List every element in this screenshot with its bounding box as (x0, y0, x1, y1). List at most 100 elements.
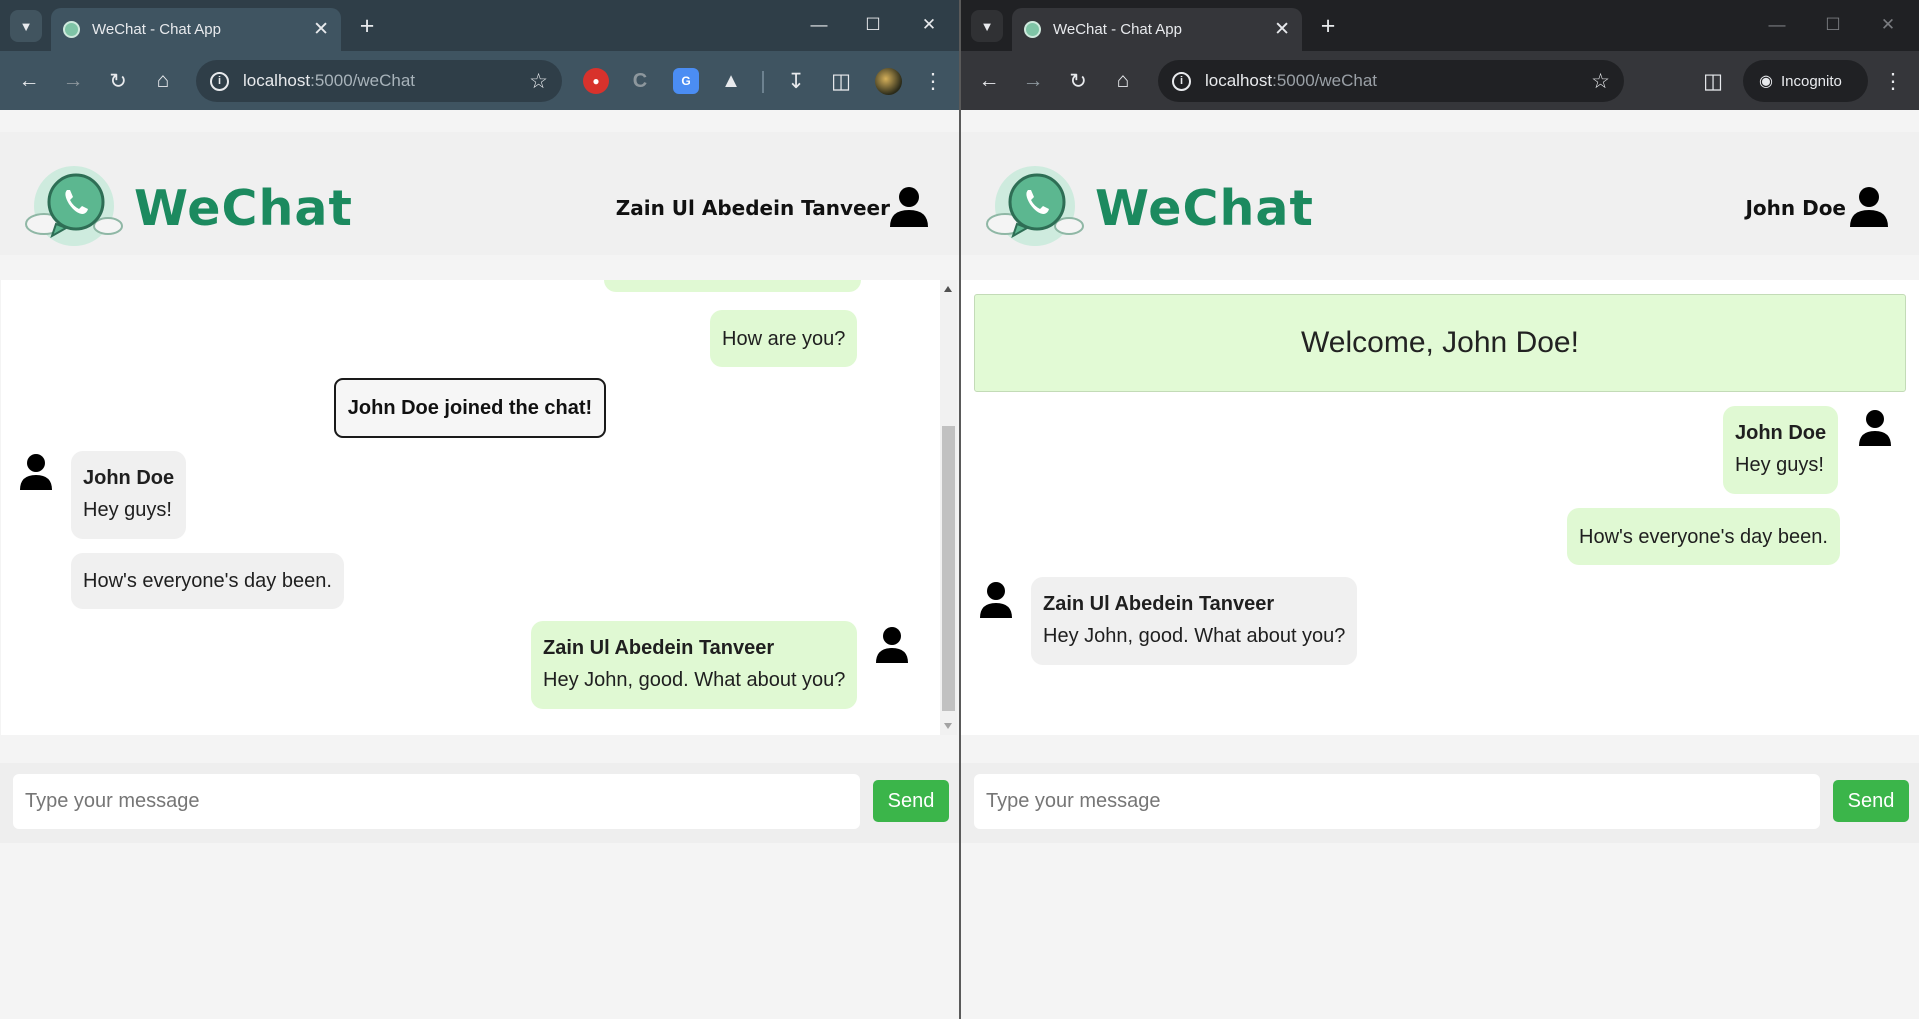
scrollbar-thumb[interactable] (942, 426, 955, 711)
chat-scrollbar[interactable] (940, 280, 957, 735)
browser-tab[interactable]: WeChat - Chat App ✕ (51, 8, 341, 51)
message-bubble: John Doe Hey guys! (1723, 406, 1839, 494)
new-tab-icon[interactable]: + (352, 11, 382, 41)
message-bubble-partial (604, 280, 861, 292)
join-notice: John Doe joined the chat! (334, 378, 606, 438)
incognito-icon: ◉ (1759, 73, 1773, 90)
user-avatar-icon (980, 582, 1012, 618)
message-bubble: How's everyone's day been. (1567, 508, 1840, 565)
message-text: How are you? (722, 327, 846, 350)
send-button[interactable]: Send (873, 780, 949, 822)
home-icon[interactable]: ⌂ (146, 64, 180, 98)
user-icon (890, 187, 928, 227)
bookmark-star-icon[interactable]: ☆ (529, 69, 548, 94)
user-avatar-icon (1859, 410, 1891, 446)
browser-menu-icon[interactable]: ⋮ (1876, 64, 1910, 98)
wechat-favicon-icon (1024, 21, 1041, 38)
app-header: WeChat John Doe (961, 132, 1919, 255)
bookmark-star-icon[interactable]: ☆ (1591, 69, 1610, 94)
message-text: Hey guys! (1735, 454, 1824, 476)
incognito-label: Incognito (1780, 72, 1842, 90)
toolbar-separator (762, 71, 764, 93)
tab-title: WeChat - Chat App (92, 21, 221, 38)
home-icon[interactable]: ⌂ (1106, 64, 1140, 98)
message-text: Hey John, good. What about you? (543, 669, 846, 691)
browser-window-right: ▼ WeChat - Chat App ✕ + — ☐ ✕ ← → ↻ ⌂ i … (961, 0, 1919, 1019)
welcome-banner: Welcome, John Doe! (974, 294, 1906, 392)
maximize-window-icon[interactable]: ☐ (850, 8, 896, 42)
message-text: How's everyone's day been. (83, 570, 332, 592)
url-text: localhost:5000/weChat (1205, 71, 1378, 90)
google-translate-extension-icon[interactable]: G (673, 68, 699, 94)
extension-icon[interactable]: C (627, 68, 653, 94)
minimize-window-icon[interactable]: — (796, 8, 842, 42)
current-user-name: Zain Ul Abedein Tanveer (615, 196, 890, 220)
message-sender: John Doe (83, 467, 175, 489)
tab-strip: ▼ WeChat - Chat App ✕ + — ☐ ✕ (0, 0, 959, 51)
current-user-name: John Doe (1745, 196, 1846, 220)
url-text: localhost:5000/weChat (243, 71, 416, 90)
side-panel-icon[interactable]: ◫ (824, 64, 858, 98)
browser-tab[interactable]: WeChat - Chat App ✕ (1012, 8, 1302, 51)
address-bar[interactable]: i localhost:5000/weChat ☆ (1158, 60, 1624, 102)
message-bubble: Zain Ul Abedein Tanveer Hey John, good. … (1031, 577, 1358, 665)
app-header: WeChat Zain Ul Abedein Tanveer (0, 132, 959, 255)
site-info-icon[interactable]: i (210, 71, 229, 91)
brand-title: WeChat (134, 180, 353, 237)
close-tab-icon[interactable]: ✕ (1274, 20, 1290, 39)
browser-window-left: ▼ WeChat - Chat App ✕ + — ☐ ✕ ← → ↻ ⌂ i … (0, 0, 959, 1019)
user-icon (1850, 187, 1888, 227)
message-bubble: How's everyone's day been. (71, 553, 344, 609)
tab-title: WeChat - Chat App (1053, 21, 1182, 38)
message-composer: Send (0, 763, 959, 843)
profile-avatar-icon[interactable] (875, 68, 902, 95)
back-arrow-icon[interactable]: ← (972, 64, 1006, 98)
user-avatar-icon (20, 454, 52, 490)
tab-strip: ▼ WeChat - Chat App ✕ + — ☐ ✕ (961, 0, 1919, 51)
chat-messages[interactable]: Welcome, John Doe! John Doe Hey guys! Ho… (961, 280, 1919, 735)
message-sender: John Doe (1735, 422, 1827, 444)
message-sender: Zain Ul Abedein Tanveer (1043, 593, 1275, 615)
minimize-window-icon[interactable]: — (1754, 8, 1800, 42)
message-input[interactable] (13, 774, 860, 829)
message-text: Hey guys! (83, 499, 172, 521)
message-text: How's everyone's day been. (1579, 525, 1828, 548)
address-bar[interactable]: i localhost:5000/weChat ☆ (196, 60, 562, 102)
browser-menu-icon[interactable]: ⋮ (916, 64, 950, 98)
close-window-icon[interactable]: ✕ (1865, 8, 1911, 42)
extensions-puzzle-icon[interactable]: ▲ (718, 68, 744, 94)
user-avatar-icon (876, 627, 908, 663)
new-tab-icon[interactable]: + (1313, 11, 1343, 41)
back-arrow-icon[interactable]: ← (12, 64, 46, 98)
wechat-logo-icon (986, 166, 1084, 246)
tab-search-icon[interactable]: ▼ (10, 10, 42, 42)
send-button[interactable]: Send (1833, 780, 1909, 822)
reload-icon[interactable]: ↻ (101, 64, 135, 98)
maximize-window-icon[interactable]: ☐ (1810, 8, 1856, 42)
message-bubble: John Doe Hey guys! (71, 451, 187, 539)
message-sender: Zain Ul Abedein Tanveer (543, 637, 775, 659)
chat-messages[interactable]: How are you? John Doe joined the chat! J… (1, 280, 957, 735)
message-composer: Send (961, 763, 1919, 843)
message-bubble: Zain Ul Abedein Tanveer Hey John, good. … (531, 621, 858, 709)
adblock-extension-icon[interactable]: ● (583, 68, 609, 94)
message-bubble: How are you? (710, 310, 858, 367)
close-tab-icon[interactable]: ✕ (313, 20, 329, 39)
download-icon[interactable]: ↧ (779, 64, 813, 98)
site-info-icon[interactable]: i (1172, 71, 1191, 91)
reload-icon[interactable]: ↻ (1061, 64, 1095, 98)
browser-toolbar: ← → ↻ ⌂ i localhost:5000/weChat ☆ ● C G … (0, 51, 959, 110)
incognito-indicator[interactable]: ◉ Incognito (1743, 60, 1868, 102)
message-input[interactable] (974, 774, 1820, 829)
close-window-icon[interactable]: ✕ (906, 8, 952, 42)
side-panel-icon[interactable]: ◫ (1696, 64, 1730, 98)
scroll-up-arrow-icon[interactable] (944, 286, 952, 292)
brand-title: WeChat (1095, 180, 1314, 237)
tab-search-icon[interactable]: ▼ (971, 10, 1003, 42)
forward-arrow-icon[interactable]: → (1016, 64, 1050, 98)
message-text: Hey John, good. What about you? (1043, 625, 1346, 647)
forward-arrow-icon[interactable]: → (56, 64, 90, 98)
browser-toolbar: ← → ↻ ⌂ i localhost:5000/weChat ☆ ◫ ◉ In… (961, 51, 1919, 110)
wechat-logo-icon (25, 166, 123, 246)
scroll-down-arrow-icon[interactable] (944, 723, 952, 729)
